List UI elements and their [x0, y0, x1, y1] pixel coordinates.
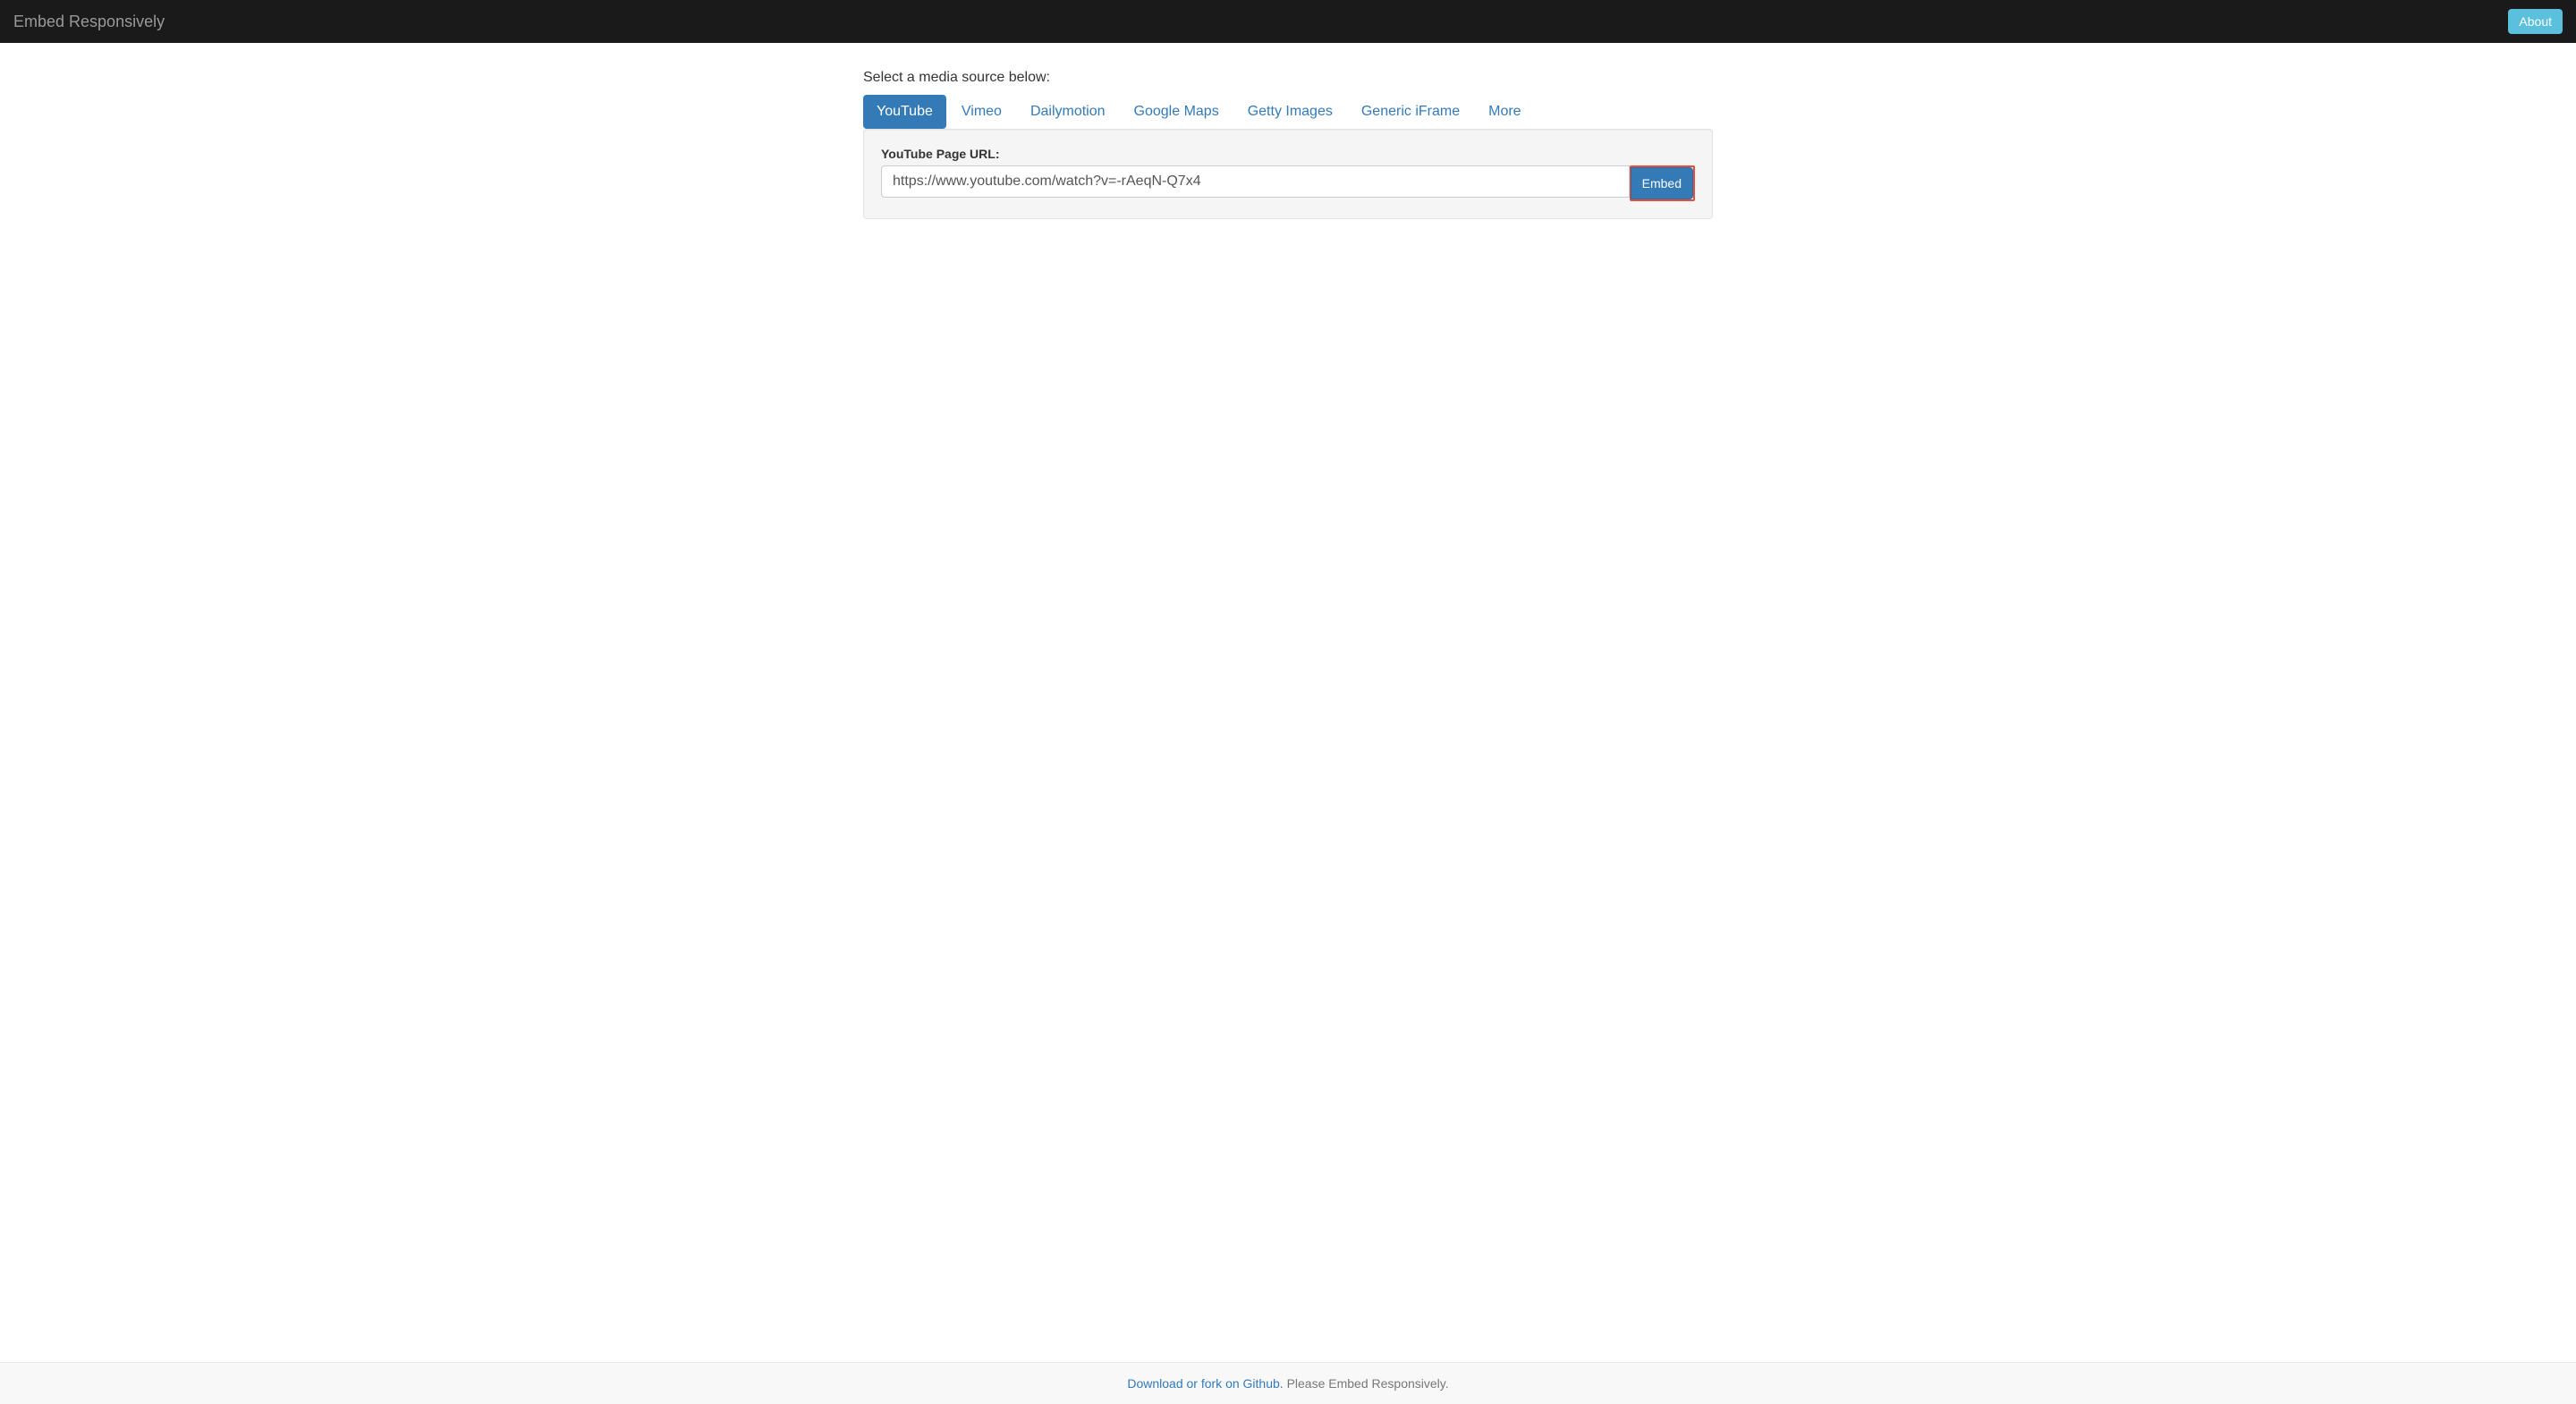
- embed-button[interactable]: Embed: [1631, 167, 1693, 199]
- tab-google-maps[interactable]: Google Maps: [1121, 95, 1233, 129]
- github-link[interactable]: Download or fork on Github.: [1127, 1376, 1283, 1391]
- tab-dailymotion[interactable]: Dailymotion: [1017, 95, 1119, 129]
- tab-more[interactable]: More: [1475, 95, 1534, 129]
- brand-link[interactable]: Embed Responsively: [13, 2, 165, 42]
- footer-tagline: Please Embed Responsively.: [1284, 1376, 1449, 1391]
- main-container: Select a media source below: YouTube Vim…: [850, 43, 1726, 1362]
- tab-generic-iframe[interactable]: Generic iFrame: [1348, 95, 1473, 129]
- form-well: YouTube Page URL: Embed: [863, 129, 1713, 219]
- top-navbar: Embed Responsively About: [0, 0, 2576, 43]
- input-group: Embed: [881, 165, 1695, 201]
- prompt-text: Select a media source below:: [863, 70, 1713, 86]
- url-input[interactable]: [881, 165, 1630, 198]
- tab-vimeo[interactable]: Vimeo: [948, 95, 1015, 129]
- url-label: YouTube Page URL:: [881, 147, 1695, 161]
- source-tabs: YouTube Vimeo Dailymotion Google Maps Ge…: [863, 95, 1713, 129]
- highlight-annotation: Embed: [1630, 165, 1695, 201]
- tab-getty-images[interactable]: Getty Images: [1234, 95, 1346, 129]
- about-button[interactable]: About: [2508, 9, 2563, 34]
- page-footer: Download or fork on Github. Please Embed…: [0, 1362, 2576, 1404]
- tab-youtube[interactable]: YouTube: [863, 95, 946, 129]
